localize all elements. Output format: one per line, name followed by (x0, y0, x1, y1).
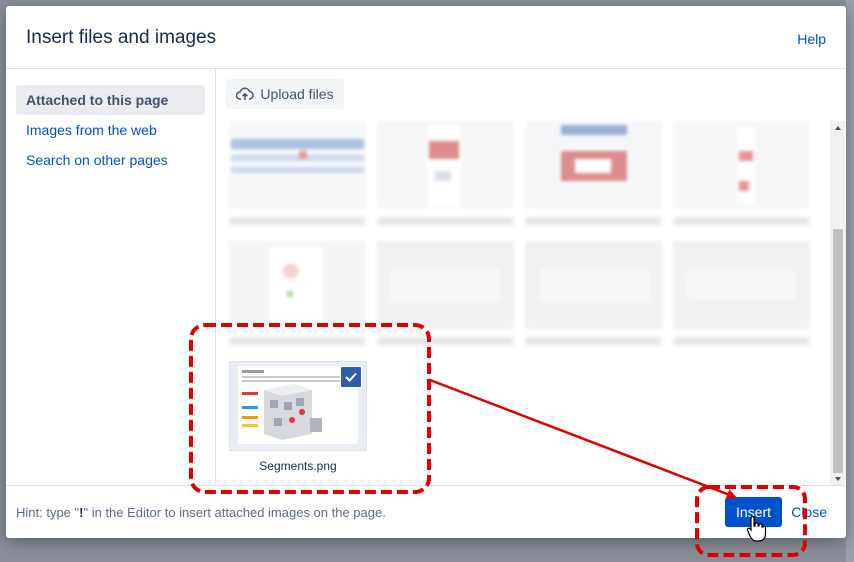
attachment-thumbnail[interactable] (229, 121, 366, 209)
attachment-name (525, 337, 662, 345)
sidebar: Attached to this page Images from the we… (6, 69, 216, 486)
insert-files-dialog: Insert files and images Help Attached to… (6, 6, 846, 538)
attachment-name (229, 337, 366, 345)
close-button[interactable]: Close (791, 504, 827, 520)
insert-button[interactable]: Insert (725, 497, 782, 527)
attachment-thumbnail[interactable] (525, 121, 662, 209)
attachment-thumbnail[interactable] (377, 241, 514, 329)
attachment-name (229, 217, 366, 225)
scroll-up-arrow-icon[interactable] (835, 126, 841, 130)
attachment-thumbnail[interactable] (673, 121, 810, 209)
attachment-thumbnail[interactable] (525, 241, 662, 329)
dialog-header: Insert files and images Help (6, 6, 846, 69)
attachments-panel: Upload files Segments.png (216, 69, 846, 486)
attachments-scrollbar[interactable] (830, 121, 846, 486)
hint-text-end: " in the Editor to insert attached image… (83, 505, 386, 520)
upload-files-label: Upload files (260, 86, 334, 102)
cloud-upload-icon (236, 87, 255, 100)
backdrop-page (846, 0, 854, 562)
help-link[interactable]: Help (797, 31, 826, 47)
attachment-name (377, 337, 514, 345)
insert-hint: Hint: type "!" in the Editor to insert a… (16, 505, 386, 520)
attachment-name (377, 217, 514, 225)
dialog-title: Insert files and images (26, 27, 217, 48)
selected-attachment-thumbnail[interactable] (229, 361, 367, 451)
sidebar-item-search-other-pages[interactable]: Search on other pages (16, 145, 205, 175)
attachment-name (673, 217, 810, 225)
attachment-thumbnail[interactable] (229, 241, 366, 329)
upload-files-button[interactable]: Upload files (226, 79, 344, 109)
attachment-thumbnail[interactable] (377, 121, 514, 209)
attachment-name (673, 337, 810, 345)
scrollbar-thumb[interactable] (833, 229, 843, 473)
dialog-footer: Hint: type "!" in the Editor to insert a… (6, 485, 846, 538)
attachment-name (525, 217, 662, 225)
sidebar-item-attached[interactable]: Attached to this page (16, 85, 205, 115)
scroll-down-arrow-icon[interactable] (835, 477, 841, 481)
attachment-thumbnail[interactable] (673, 241, 810, 329)
hint-text-start: Hint: type " (16, 505, 80, 520)
selected-check-icon[interactable] (340, 366, 362, 388)
selected-attachment-name: Segments.png (259, 459, 337, 473)
sidebar-item-web-images[interactable]: Images from the web (16, 115, 205, 145)
